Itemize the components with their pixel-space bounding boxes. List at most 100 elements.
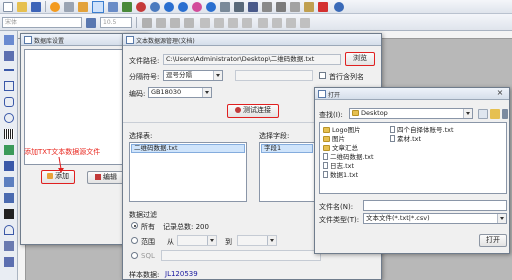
round-rect-icon[interactable] <box>4 97 14 107</box>
filename-input[interactable] <box>363 200 507 211</box>
pointer-icon[interactable] <box>4 35 14 45</box>
pdf-icon[interactable] <box>318 2 328 12</box>
zoom-in-icon[interactable] <box>164 2 174 12</box>
justify-icon[interactable] <box>242 18 252 28</box>
filter-sql-radio[interactable] <box>131 252 138 259</box>
close-icon[interactable]: × <box>493 89 507 98</box>
undo-icon[interactable] <box>136 2 146 12</box>
vbottom-icon[interactable] <box>286 18 296 28</box>
sample-value: JL120539 <box>165 270 198 278</box>
zoom-fit-icon[interactable] <box>192 2 202 12</box>
rect-tool-icon[interactable] <box>4 81 14 91</box>
align-icon[interactable] <box>220 2 230 12</box>
preview-icon[interactable] <box>78 2 88 12</box>
list-item[interactable]: 素材.txt <box>390 135 421 143</box>
italic-icon[interactable] <box>156 18 166 28</box>
back-icon[interactable] <box>478 109 488 119</box>
list-item[interactable]: Logo图片 <box>323 126 361 134</box>
font-size-combo[interactable]: 10.5 <box>100 17 132 28</box>
table-list-item[interactable]: 二维码数据.txt <box>131 144 245 153</box>
var-tool-icon[interactable] <box>4 257 14 267</box>
lock-icon[interactable] <box>304 2 314 12</box>
list-item-label: 素材.txt <box>397 135 422 143</box>
print-icon[interactable] <box>64 2 74 12</box>
filter-all-label: 所有 <box>141 223 155 231</box>
database-icon[interactable] <box>92 1 104 13</box>
curve-tool-icon[interactable] <box>4 177 14 187</box>
folder-icon <box>323 145 330 151</box>
list-item[interactable]: 文章汇总 <box>323 144 358 152</box>
edit-button[interactable]: 编辑 <box>87 171 125 184</box>
user-icon[interactable] <box>334 2 344 12</box>
list-item[interactable]: 图片 <box>323 135 345 143</box>
filter-all-radio[interactable] <box>131 222 138 229</box>
zoom-actual-icon[interactable] <box>206 2 216 12</box>
file-list[interactable]: Logo图片 图片 文章汇总 二维码数据.txt 日志.txt 数据1.txt … <box>319 122 507 194</box>
new-icon[interactable] <box>3 2 13 12</box>
range-to-input[interactable] <box>237 235 277 246</box>
list-item[interactable]: 数据1.txt <box>323 171 358 179</box>
list-item[interactable]: 日志.txt <box>323 162 354 170</box>
image-tool-icon[interactable] <box>4 145 14 155</box>
open-icon[interactable] <box>17 2 27 12</box>
align-center-icon[interactable] <box>214 18 224 28</box>
redo-icon[interactable] <box>150 2 160 12</box>
separator-select[interactable]: 逗号分隔 <box>163 70 223 81</box>
list-item-label: 数据1.txt <box>330 171 359 179</box>
settings-icon[interactable] <box>50 2 60 12</box>
polygon-tool-icon[interactable] <box>4 241 14 251</box>
grid-icon[interactable] <box>108 2 118 12</box>
crop-icon[interactable] <box>234 2 244 12</box>
field-list[interactable]: 字段1 <box>259 142 315 202</box>
arrow-icon[interactable] <box>276 2 286 12</box>
zoom-out-icon[interactable] <box>178 2 188 12</box>
font-combo[interactable]: 宋体 <box>2 17 82 28</box>
table-tool-icon[interactable] <box>4 193 14 203</box>
first-row-checkbox[interactable] <box>319 72 326 79</box>
up-folder-icon[interactable] <box>490 109 500 119</box>
separator-custom-input[interactable] <box>235 70 313 81</box>
test-connect-button[interactable]: 测试连接 <box>227 104 279 118</box>
align-right-icon[interactable] <box>228 18 238 28</box>
layer-icon[interactable] <box>290 2 300 12</box>
table-list[interactable]: 二维码数据.txt <box>129 142 247 202</box>
font-color-icon[interactable] <box>86 18 96 28</box>
image-icon[interactable] <box>122 2 132 12</box>
browse-button[interactable]: 浏览 <box>345 52 375 66</box>
underline-icon[interactable] <box>170 18 180 28</box>
vtop-icon[interactable] <box>258 18 268 28</box>
encoding-label: 编码: <box>129 90 146 98</box>
grid2-icon[interactable] <box>248 2 258 12</box>
file-path-input[interactable]: C:\Users\Administrator\Desktop\二维码数据.txt <box>163 54 341 65</box>
qrcode-tool-icon[interactable] <box>4 209 14 219</box>
align-left-icon[interactable] <box>200 18 210 28</box>
range-from-input[interactable] <box>177 235 217 246</box>
a-text-icon[interactable] <box>4 161 14 171</box>
folder-icon <box>352 110 359 116</box>
list-item[interactable]: 二维码数据.txt <box>323 153 374 161</box>
view-menu-icon[interactable] <box>502 109 508 119</box>
ruler-icon[interactable] <box>262 2 272 12</box>
edit-icon <box>95 174 101 180</box>
filter-range-radio[interactable] <box>131 237 138 244</box>
text-file-icon <box>323 171 328 178</box>
open-button[interactable]: 打开 <box>479 234 507 247</box>
filetype-select[interactable]: 文本文件(*.txt|*.csv) <box>363 213 507 224</box>
lookin-select[interactable]: Desktop <box>349 108 473 119</box>
encoding-select[interactable]: GB18030 <box>148 87 212 98</box>
font-size-value: 10.5 <box>103 19 117 26</box>
strike-icon[interactable] <box>184 18 194 28</box>
line-tool-icon[interactable] <box>4 69 14 71</box>
field-list-item[interactable]: 字段1 <box>261 144 313 153</box>
bold-icon[interactable] <box>142 18 152 28</box>
sql-input[interactable] <box>161 250 321 261</box>
barcode-tool-icon[interactable] <box>4 129 14 139</box>
list-item[interactable]: 四个自择体账号.txt <box>390 126 454 134</box>
arc-tool-icon[interactable] <box>4 225 14 235</box>
spacing-icon[interactable] <box>300 18 310 28</box>
text-tool-icon[interactable] <box>4 51 14 61</box>
table-list-label: 选择表: <box>129 132 153 140</box>
vmiddle-icon[interactable] <box>272 18 282 28</box>
ellipse-tool-icon[interactable] <box>4 113 14 123</box>
save-icon[interactable] <box>31 2 41 12</box>
